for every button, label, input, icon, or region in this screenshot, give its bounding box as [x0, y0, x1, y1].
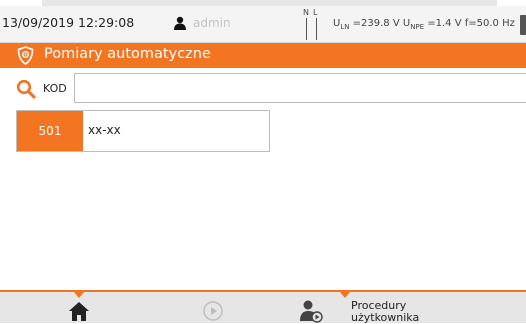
procedures-label-line2: użytkownika: [351, 311, 420, 324]
status-bar: 13/09/2019 12:29:08 admin N L ULN =239.8…: [0, 6, 526, 43]
search-label: KOD: [43, 82, 67, 95]
nl-indicator: N L: [300, 8, 326, 40]
user-procedure-icon[interactable]: [298, 299, 324, 323]
user-icon: [174, 16, 186, 30]
battery-icon: [520, 15, 526, 35]
measurement-readout: ULN =239.8 V UNPE =1.4 V f=50.0 Hz: [333, 18, 515, 31]
n-line: [306, 18, 307, 40]
unpe-sub: NPE: [410, 23, 425, 31]
search-row: KOD: [0, 72, 526, 106]
uln-value: =239.8 V: [349, 18, 403, 29]
shield-icon: [17, 46, 34, 65]
tab-marker-procedures: [340, 292, 350, 298]
item-code: 501: [17, 111, 83, 151]
play-icon[interactable]: [202, 300, 224, 322]
search-input[interactable]: [74, 73, 526, 103]
search-icon[interactable]: [16, 79, 36, 99]
tab-marker-home: [74, 292, 84, 298]
user-name: admin: [193, 16, 231, 30]
indicator-l: L: [313, 8, 318, 17]
item-name: xx-xx: [88, 123, 121, 137]
list-item[interactable]: 501 xx-xx: [16, 110, 270, 152]
indicator-n: N: [303, 8, 309, 17]
unpe-value: =1.4 V: [424, 18, 465, 29]
page-title: Pomiary automatyczne: [44, 46, 211, 62]
frequency-value: f=50.0 Hz: [464, 18, 515, 29]
l-line: [316, 18, 317, 40]
home-icon[interactable]: [68, 300, 90, 322]
datetime: 13/09/2019 12:29:08: [2, 15, 135, 30]
bottom-toolbar: Procedury użytkownika: [0, 290, 526, 324]
title-bar: Pomiary automatyczne: [0, 43, 526, 68]
procedures-label[interactable]: Procedury użytkownika: [351, 300, 419, 324]
